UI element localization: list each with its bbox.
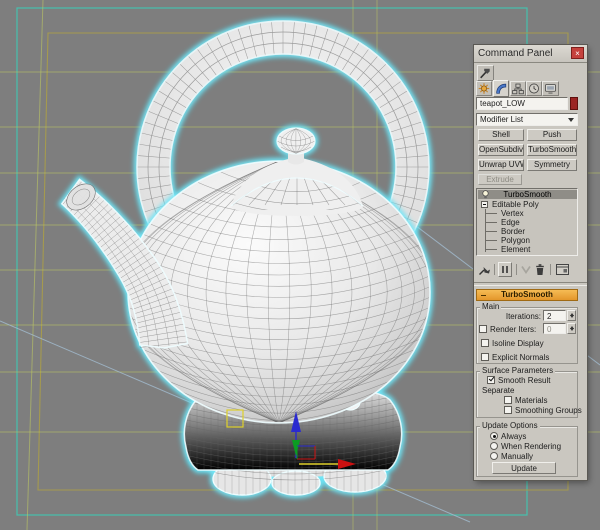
object-color-swatch[interactable] (570, 97, 578, 110)
tab-motion[interactable] (526, 81, 542, 96)
materials-label: Materials (515, 396, 548, 405)
configure-modifier-sets-icon[interactable] (555, 263, 570, 276)
when-rendering-label: When Rendering (501, 442, 562, 451)
group-update-label: Update Options (480, 421, 540, 430)
command-panel: Command Panel × teapot_LOW Modifier List… (474, 45, 587, 480)
remove-modifier-icon[interactable] (534, 263, 546, 276)
always-label: Always (501, 432, 527, 441)
hammer-icon (480, 68, 490, 79)
stack-item-polygon[interactable]: Polygon (478, 236, 577, 245)
isoline-display-label: Isoline Display (492, 339, 544, 348)
object-name-input[interactable]: teapot_LOW (476, 97, 568, 110)
iterations-input[interactable]: 2 (543, 310, 566, 321)
when-rendering-radio[interactable] (490, 442, 498, 450)
stack-item-edge[interactable]: Edge (478, 218, 577, 227)
modifier-button-shell[interactable]: Shell (478, 129, 524, 141)
show-end-result-icon[interactable] (498, 262, 512, 277)
modifier-button-turbosmooth[interactable]: TurboSmooth (527, 144, 577, 156)
smooth-result-checkbox[interactable] (487, 376, 495, 384)
stack-item-element[interactable]: Element (478, 245, 577, 254)
modifier-button-unwrap-uvw[interactable]: Unwrap UVW (478, 159, 524, 171)
always-radio[interactable] (490, 432, 498, 440)
materials-checkbox[interactable] (504, 396, 512, 404)
hierarchy-boxes-icon (512, 83, 524, 95)
tab-create[interactable] (476, 81, 492, 96)
rollout-header-turbosmooth[interactable]: TurboSmooth (476, 289, 578, 301)
render-iters-input: 0 (543, 323, 566, 334)
render-iters-spinner[interactable] (567, 323, 576, 334)
lightbulb-icon (482, 190, 489, 199)
stack-toolbar (474, 261, 587, 278)
chevron-down-icon (568, 118, 574, 122)
smoothing-groups-checkbox[interactable] (504, 406, 512, 414)
teapot-wireframe-model[interactable] (57, 17, 438, 500)
collapse-minus-icon (481, 295, 486, 296)
modifier-button-push[interactable]: Push (527, 129, 577, 141)
separate-label: Separate (482, 386, 515, 395)
make-unique-icon (521, 266, 531, 275)
modifier-button-opensubdiv[interactable]: OpenSubdiv (478, 144, 524, 156)
isoline-display-checkbox[interactable] (481, 339, 489, 347)
modifier-stack[interactable]: TurboSmooth Editable Poly Vertex Edge Bo… (476, 188, 578, 256)
smooth-result-label: Smooth Result (498, 376, 551, 385)
explicit-normals-label: Explicit Normals (492, 353, 550, 362)
smoothing-groups-label: Smoothing Groups (515, 406, 582, 415)
group-surface-label: Surface Parameters (480, 366, 556, 375)
tab-modify[interactable] (493, 80, 509, 97)
collapse-box-icon[interactable] (481, 201, 488, 208)
iterations-label: Iterations: (505, 312, 541, 321)
extrude-button-disabled: Extrude (478, 174, 522, 185)
stack-item-editable-poly[interactable]: Editable Poly (478, 200, 577, 209)
tab-display[interactable] (542, 81, 559, 96)
tab-utilities[interactable] (477, 65, 494, 81)
divider (474, 282, 587, 286)
tab-hierarchy[interactable] (510, 81, 526, 96)
render-iters-label: Render Iters: (490, 325, 537, 334)
titlebar[interactable]: Command Panel × (474, 45, 587, 63)
display-monitor-icon (545, 84, 556, 94)
iterations-spinner[interactable] (567, 310, 576, 321)
modifier-button-symmetry[interactable]: Symmetry (527, 159, 577, 171)
modifier-list-dropdown[interactable]: Modifier List (476, 113, 578, 126)
stack-item-vertex[interactable]: Vertex (478, 209, 577, 218)
pin-stack-icon[interactable] (478, 263, 492, 276)
manually-radio[interactable] (490, 452, 498, 460)
motion-clock-icon (529, 83, 539, 94)
modifier-list-label: Modifier List (480, 115, 524, 124)
explicit-normals-checkbox[interactable] (481, 353, 489, 361)
render-iters-checkbox[interactable] (479, 325, 487, 333)
stack-item-border[interactable]: Border (478, 227, 577, 236)
manually-label: Manually (501, 452, 534, 461)
group-main-label: Main (480, 302, 502, 311)
window-title: Command Panel (478, 48, 553, 59)
stack-item-turbosmooth[interactable]: TurboSmooth (478, 190, 577, 199)
close-button[interactable]: × (571, 47, 584, 59)
update-button[interactable]: Update (492, 462, 556, 474)
modify-curve-icon (496, 83, 507, 94)
create-sun-icon (478, 83, 490, 94)
